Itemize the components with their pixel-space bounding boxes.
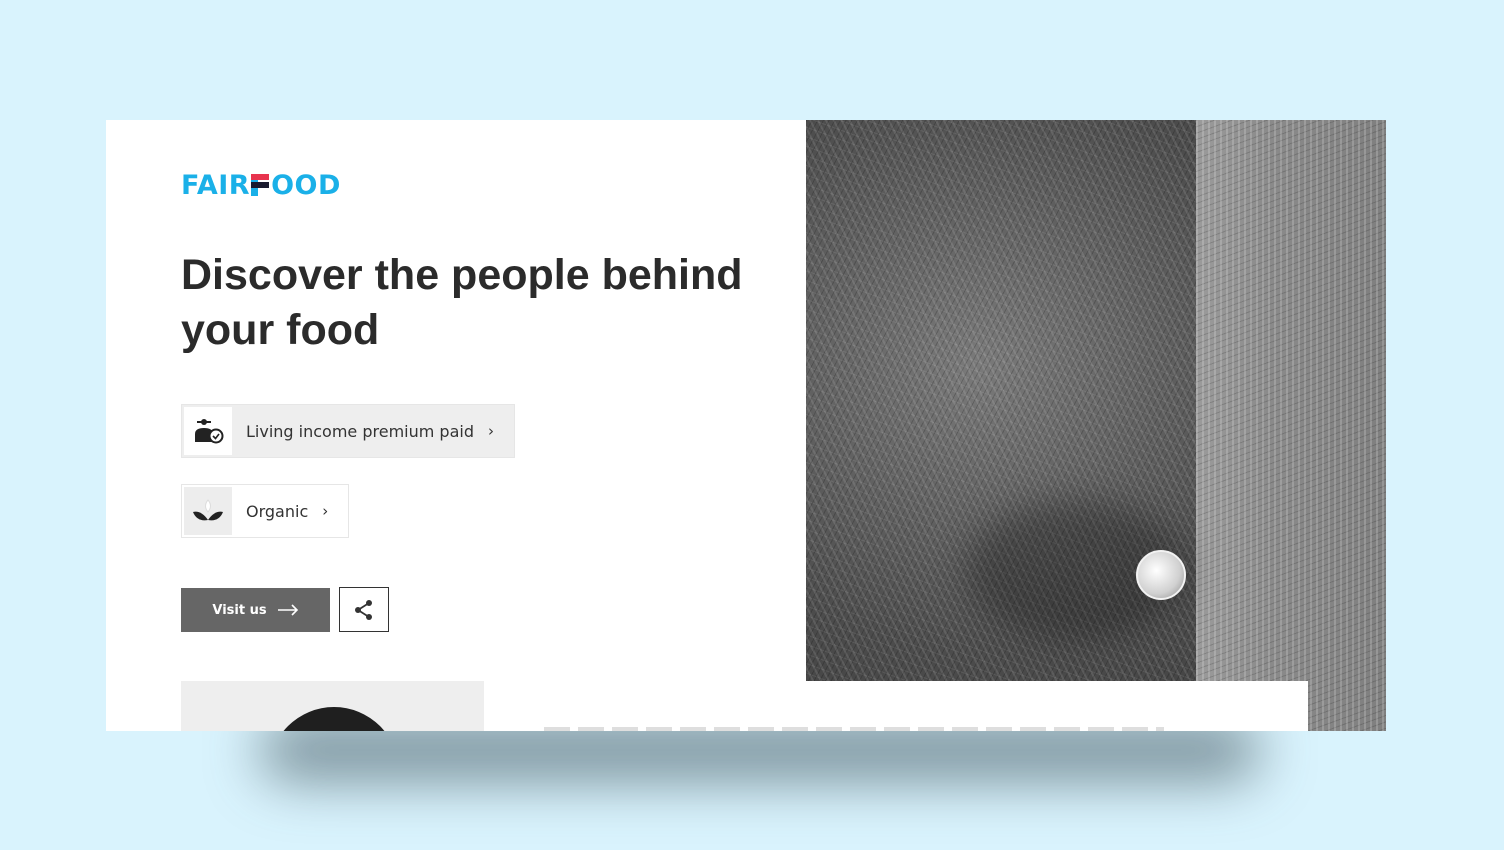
hay-strip [1196,120,1386,731]
claim-label: Organic [246,501,309,521]
product-card: FAIR OOD Discover the people behind your… [106,120,1386,731]
chevron-right-icon: › [322,502,329,520]
fairfood-logo[interactable]: FAIR OOD [181,169,341,201]
hero-image-grass-field [806,120,1386,731]
arrow-right-icon [277,604,298,616]
logo-text-ood: OOD [271,169,341,201]
avatar [269,707,399,731]
page-title: Discover the people behind your food [181,251,743,354]
claim-chip-organic[interactable]: Organic › [181,484,350,538]
white-egg-on-grass [1136,550,1186,600]
claim-label: Living income premium paid [246,421,474,441]
producer-avatar-panel [181,681,484,731]
logo-f-mark-icon [251,174,270,196]
logo-text-fair: FAIR [181,169,251,201]
share-icon [355,599,372,620]
claim-chip-living-income[interactable]: Living income premium paid › [181,404,515,458]
visit-us-button[interactable]: Visit us [181,588,330,632]
share-button[interactable] [339,587,389,632]
leaf-sprout-icon [184,487,232,535]
visit-us-label: Visit us [212,602,267,618]
story-text-cut-off [544,727,1164,731]
chevron-right-icon: › [487,422,494,440]
farmer-coin-icon [184,407,232,455]
story-panel [484,681,1308,731]
